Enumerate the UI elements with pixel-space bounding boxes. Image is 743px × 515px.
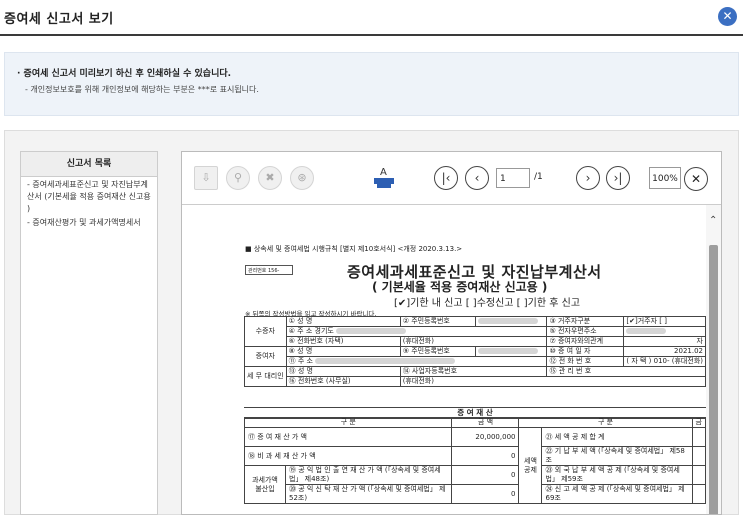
scroll-thumb[interactable]	[709, 245, 718, 514]
row-label: ⑲ 공 익 법 인 출 연 재 산 가 액 (「상속세 및 증여세법」 제48조…	[284, 465, 453, 485]
form-subtitle: ( 기본세율 적용 증여재산 신고용 )	[372, 280, 548, 294]
field-value: [✔]거주자 [ ]	[623, 316, 706, 327]
field-label: (휴대전화)	[399, 336, 548, 347]
field-label: ③ 거주자구분	[546, 316, 625, 327]
zoom-close-icon[interactable]: ✕	[684, 167, 708, 191]
row-label: ⑰ 증 여 재 산 가 액	[243, 427, 453, 447]
row-label: ㉒ 기 납 부 세 액 (「상속세 및 증여세법」 제58조	[541, 446, 693, 466]
field-label: ④ 주 소	[288, 327, 313, 336]
management-number-label: 관리번호	[248, 268, 267, 274]
column-header: 금 액	[451, 417, 520, 428]
viewer-toolbar: ⇩ ⚲ ✖ ⊛ A |‹ ‹ 1 /1 › ›| 100% ✕	[182, 152, 721, 205]
row-value: 0	[451, 446, 520, 466]
row-value: 20,000,000	[451, 427, 520, 447]
field-label: ⑧ 성 명	[285, 346, 401, 357]
zoom-level[interactable]: 100%	[649, 167, 681, 189]
next-page-button[interactable]: ›	[576, 166, 600, 190]
notice-line-2: - 개인정보보호를 위해 개인정보에 해당하는 부분은 ***로 표시됩니다.	[25, 85, 259, 94]
page-input[interactable]: 1	[496, 168, 530, 188]
field-label: ⑦ 증여자와의관계	[546, 336, 625, 347]
excel-icon[interactable]: ✖	[258, 166, 282, 190]
close-icon[interactable]: ✕	[718, 7, 737, 26]
row-value: 0	[451, 484, 520, 504]
field-label: ⑫ 전 화 번 호	[546, 356, 625, 367]
notice-line-1: · 증여세 신고서 미리보기 하신 후 인쇄하실 수 있습니다.	[17, 69, 232, 79]
field-label: ⑭ 사업자등록번호	[399, 366, 548, 377]
field-label: ⑯ 전화번호 (사무실)	[285, 376, 401, 387]
row-label: ⑱ 비 과 세 재 산 가 액	[243, 446, 453, 466]
column-header: 구 분	[518, 417, 693, 428]
field-label: ② 주민등록번호	[399, 316, 476, 327]
document-page: ■ 상속세 및 증여세법 시행규칙 [별지 제10호서식] <개정 2020.3…	[182, 205, 706, 514]
form-list: 신고서 목록 - 증여세과세표준신고 및 자진납부계산서 (기본세율 적용 증여…	[20, 151, 158, 515]
field-value: (휴대전화)	[671, 357, 703, 366]
donee-label: 수증자	[244, 316, 287, 347]
party-info-table: 수증자 ① 성 명 ② 주민등록번호 ③ 거주자구분 [✔]거주자 [ ] ④ …	[244, 316, 706, 387]
field-value: 경기도	[314, 327, 334, 336]
row-label: ㉑ 세 액 공 제 합 계	[541, 427, 693, 447]
form-list-item[interactable]: - 증여재산평가 및 과세가액명세서	[21, 215, 157, 229]
vertical-scrollbar[interactable]: ⌃	[706, 205, 721, 514]
field-label: (휴대전화)	[399, 376, 706, 387]
window-title: 증여세 신고서 보기	[4, 12, 114, 27]
page-total: /1	[534, 172, 543, 182]
field-label: ⑥ 전화번호 (자택)	[288, 337, 344, 346]
scroll-up-icon[interactable]: ⌃	[709, 215, 717, 226]
field-value: 2021.02	[623, 346, 706, 357]
law-reference: ■ 상속세 및 증여세법 시행규칙 [별지 제10호서식] <개정 2020.3…	[245, 245, 463, 253]
gift-property-table: 구 분 금 액 구 분 금 ⑰ 증 여 재 산 가 액 20,000,000 세…	[243, 417, 706, 504]
print-icon[interactable]: A	[372, 165, 396, 191]
hwp-icon[interactable]: ⊛	[290, 166, 314, 190]
row-label: ㉔ 신 고 세 액 공 제 (「상속세 및 증여세법」 제69조	[541, 484, 693, 504]
field-value: 자	[623, 336, 706, 347]
column-header: 금	[691, 417, 706, 428]
management-number-box: 관리번호 156-	[245, 265, 293, 275]
export-icon[interactable]: ⇩	[194, 166, 218, 190]
field-label: ① 성 명	[285, 316, 401, 327]
field-value: ( 자 택 ) 010-	[626, 357, 670, 366]
row-label: ⑳ 공 익 신 탁 재 산 가 액 (「상속세 및 증여세법」 제52조)	[284, 484, 453, 504]
deduction-label: 세액 공제	[518, 427, 543, 504]
row-label: ㉓ 외 국 납 부 세 액 공 제 (「상속세 및 증여세법」 제59조	[541, 465, 693, 485]
document-viewer: ⇩ ⚲ ✖ ⊛ A |‹ ‹ 1 /1 › ›| 100% ✕ ■ 상속세 및 …	[181, 151, 722, 515]
field-label: ⑤ 전자우편주소	[546, 326, 625, 337]
donor-label: 증여자	[244, 346, 287, 367]
filing-type: [✔]기한 내 신고 [ ]수정신고 [ ]기한 후 신고	[394, 298, 581, 309]
svg-text:A: A	[380, 167, 387, 178]
column-header: 구 분	[243, 417, 453, 428]
field-label: ⑩ 증 여 일 자	[546, 346, 625, 357]
field-label: ⑨ 주민등록번호	[399, 346, 476, 357]
management-number-value: 156-	[268, 268, 280, 274]
agent-label: 세 무 대리인	[244, 366, 287, 387]
field-label: ⑬ 성 명	[285, 366, 401, 377]
field-label: ⑮ 관 리 번 호	[546, 366, 706, 377]
pdf-icon[interactable]: ⚲	[226, 166, 250, 190]
notice-box: · 증여세 신고서 미리보기 하신 후 인쇄하실 수 있습니다. - 개인정보보…	[4, 52, 739, 116]
row-value: 0	[451, 465, 520, 485]
last-page-button[interactable]: ›|	[606, 166, 630, 190]
exclusion-label: 과세가액 불산입	[244, 465, 286, 504]
form-list-item[interactable]: - 증여세과세표준신고 및 자진납부계산서 (기본세율 적용 증여재산 신고용 …	[21, 177, 157, 215]
field-label: ⑪ 주 소	[288, 357, 313, 366]
prev-page-button[interactable]: ‹	[465, 166, 489, 190]
form-list-header: 신고서 목록	[21, 152, 157, 177]
first-page-button[interactable]: |‹	[434, 166, 458, 190]
title-bar: 증여세 신고서 보기 ✕	[0, 0, 743, 36]
